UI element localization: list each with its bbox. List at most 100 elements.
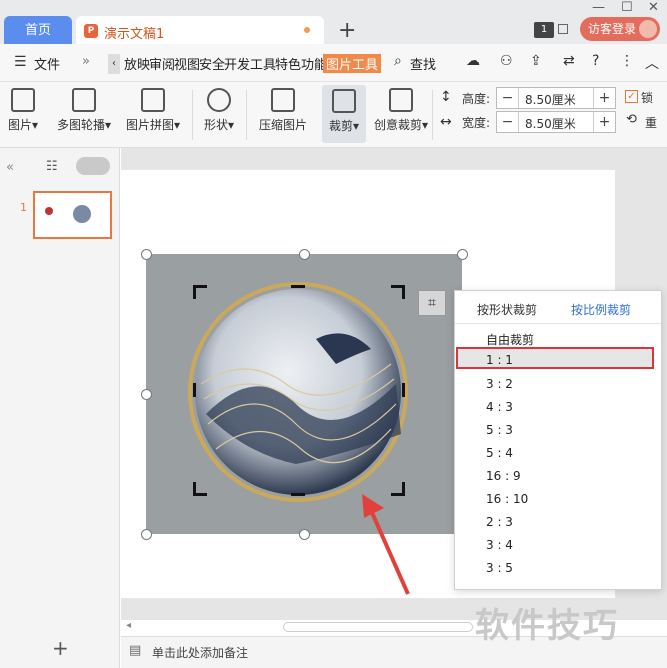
collapse-ribbon-icon[interactable]: ︿	[645, 53, 659, 73]
height-value[interactable]: 8.50厘米	[525, 91, 576, 108]
resize-handle-bottom-left[interactable]	[141, 529, 152, 540]
crop-corner-top-left[interactable]	[193, 285, 207, 299]
compress-picture-button[interactable]: 压缩图片	[256, 88, 310, 133]
multi-image-carousel-button[interactable]: 多图轮播▾	[54, 88, 114, 133]
chevron-left-icon[interactable]: ‹	[108, 54, 120, 74]
crop-button[interactable]: 裁剪▾	[322, 85, 366, 143]
reset-icon[interactable]: ⟲	[626, 112, 637, 127]
outline-view-icon[interactable]: ☷	[46, 159, 58, 174]
menu-developer[interactable]: 开发工具	[224, 54, 276, 73]
new-tab-button[interactable]: +	[338, 18, 356, 43]
notes-icon: ▤	[129, 643, 142, 658]
visitor-login-button[interactable]: 访客登录	[580, 17, 660, 41]
menu-security[interactable]: 安全	[199, 54, 225, 73]
lock-ratio-checkbox[interactable]: ✓	[625, 90, 638, 103]
tab-crop-by-ratio[interactable]: 按比例裁剪	[571, 301, 631, 318]
resize-handle-top-right[interactable]	[457, 249, 468, 260]
width-value[interactable]: 8.50厘米	[525, 115, 576, 132]
thumbnail-view-toggle[interactable]	[76, 157, 110, 175]
crop-option-3-2[interactable]: 3 : 2	[486, 377, 513, 391]
scroll-left-icon[interactable]: ◂	[126, 620, 131, 631]
menu-view[interactable]: 视图	[174, 54, 200, 73]
divider	[246, 90, 247, 140]
crop-option-3-4[interactable]: 3 : 4	[486, 538, 513, 552]
crop-corner-bottom-left[interactable]	[193, 482, 207, 496]
menu-slideshow[interactable]: 放映	[124, 54, 150, 73]
crop-option-2-3[interactable]: 2 : 3	[486, 515, 513, 529]
shape-button[interactable]: 形状▾	[200, 88, 238, 133]
width-increase-button[interactable]: +	[593, 112, 615, 132]
carousel-icon	[72, 88, 96, 112]
height-decrease-button[interactable]: −	[497, 88, 519, 108]
compress-icon	[271, 88, 295, 112]
layout-icon[interactable]	[558, 24, 568, 34]
search-icon[interactable]: ⌕	[394, 53, 402, 69]
search-label[interactable]: 查找	[410, 54, 436, 73]
watermark: 软件技巧	[475, 606, 619, 646]
collage-label: 图片拼图	[125, 118, 174, 132]
width-decrease-button[interactable]: −	[497, 112, 519, 132]
crop-option-3-5[interactable]: 3 : 5	[486, 561, 513, 575]
minimize-icon[interactable]: —	[592, 0, 605, 15]
add-picture-button[interactable]: 图片▾	[4, 88, 42, 133]
crop-corner-top-right[interactable]	[391, 285, 405, 299]
reset-label[interactable]: 重	[645, 114, 657, 131]
height-icon: ↕	[440, 89, 452, 105]
crop-option-16-10[interactable]: 16 : 10	[486, 492, 528, 506]
resize-handle-bottom[interactable]	[299, 529, 310, 540]
height-increase-button[interactable]: +	[593, 88, 615, 108]
resize-handle-left[interactable]	[141, 389, 152, 400]
collage-icon	[141, 88, 165, 112]
crop-edge-top[interactable]	[291, 285, 305, 288]
crop-option-free[interactable]: 自由裁剪	[486, 331, 534, 348]
creative-crop-button[interactable]: 创意裁剪▾	[372, 88, 430, 133]
maximize-icon[interactable]: ☐	[621, 0, 633, 15]
collage-button[interactable]: 图片拼图▾	[123, 88, 183, 133]
crop-edge-left[interactable]	[193, 383, 196, 397]
help-icon[interactable]: ?	[592, 53, 599, 69]
menu-file[interactable]: 文件	[34, 54, 60, 73]
add-slide-button[interactable]: +	[52, 636, 69, 660]
crop-edge-bottom[interactable]	[291, 493, 305, 496]
tab-document-label: 演示文稿1	[104, 27, 165, 42]
notes-placeholder[interactable]: 单击此处添加备注	[152, 644, 248, 661]
crop-edge-right[interactable]	[402, 383, 405, 397]
tab-crop-by-shape[interactable]: 按形状裁剪	[477, 301, 537, 318]
lock-ratio-label: 锁	[641, 91, 654, 105]
divider	[432, 90, 433, 140]
sync-icon[interactable]: ⇄	[563, 53, 575, 69]
thumbnail-image	[45, 207, 53, 215]
compress-label: 压缩图片	[258, 118, 307, 132]
collapse-pane-icon[interactable]: «	[6, 160, 14, 175]
more-options-icon[interactable]: ⋮	[620, 53, 634, 69]
unsaved-dot-icon	[304, 27, 310, 33]
crop-option-16-9[interactable]: 16 : 9	[486, 469, 521, 483]
divider	[192, 90, 193, 140]
tab-document[interactable]: P 演示文稿1	[76, 16, 324, 46]
width-icon: ↔	[440, 114, 452, 130]
width-stepper[interactable]: − 8.50厘米 +	[496, 111, 616, 133]
crop-option-5-4[interactable]: 5 : 4	[486, 446, 513, 460]
menu-features[interactable]: 特色功能	[275, 54, 327, 73]
crop-float-icon[interactable]: ⌗	[418, 290, 446, 316]
slide-thumbnail[interactable]	[33, 191, 112, 239]
add-user-icon[interactable]: ⚇	[500, 53, 513, 69]
menu-picture-tools[interactable]: 图片工具	[323, 54, 382, 73]
title-bar: — ☐ ✕ 首页 P 演示文稿1 + 1 访客登录	[0, 0, 667, 46]
window-count-badge[interactable]: 1	[534, 22, 554, 38]
horizontal-scrollbar[interactable]	[283, 622, 473, 632]
menu-review[interactable]: 审阅	[149, 54, 175, 73]
resize-handle-top-left[interactable]	[141, 249, 152, 260]
share-icon[interactable]: ⇪	[530, 53, 542, 69]
crop-option-1-1[interactable]: 1 : 1	[486, 353, 513, 367]
height-stepper[interactable]: − 8.50厘米 +	[496, 87, 616, 109]
crop-option-4-3[interactable]: 4 : 3	[486, 400, 513, 414]
cloud-icon[interactable]: ☁	[466, 53, 480, 69]
more-icon[interactable]: »	[82, 54, 90, 69]
close-icon[interactable]: ✕	[648, 0, 659, 15]
hamburger-icon[interactable]: ☰	[14, 54, 27, 70]
tab-home[interactable]: 首页	[4, 16, 72, 46]
resize-handle-top[interactable]	[299, 249, 310, 260]
crop-option-5-3[interactable]: 5 : 3	[486, 423, 513, 437]
width-label: 宽度:	[462, 116, 491, 130]
